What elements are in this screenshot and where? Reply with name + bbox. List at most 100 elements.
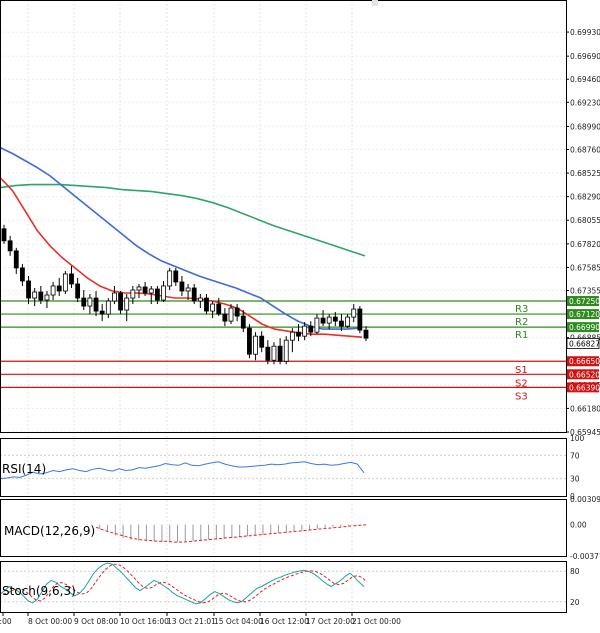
- candle-body-59: [363, 329, 369, 339]
- candle-body-54: [332, 316, 338, 322]
- candle-body-37: [228, 307, 234, 322]
- main-ytick-label-0: 0.69930: [570, 28, 600, 37]
- candle-body-56: [345, 316, 350, 327]
- stoch-panel: Stoch(9,6,3): [0, 562, 566, 605]
- candle-body-46: [283, 339, 289, 362]
- candle-body-44: [271, 345, 277, 361]
- main-ytick-label-10: 0.67585: [570, 263, 600, 272]
- candle-body-9: [56, 285, 62, 292]
- candle-body-34: [210, 303, 216, 312]
- forex-chart: R3 R2 R1 S1 S2 S3 RSI(14) MACD(12,26,9) Stoch…: [0, 0, 600, 629]
- xtick-label-0: 20:00: [0, 617, 12, 626]
- xtick-label-1: 8 Oct 00:00: [28, 617, 72, 626]
- main-ytick-label-4: 0.68990: [570, 122, 600, 131]
- level-price-label-r2: 0.67120: [569, 310, 600, 319]
- candle-body-24: [148, 288, 154, 294]
- candle-body-43: [265, 346, 271, 361]
- stoch-label: Stoch(9,6,3): [2, 584, 76, 598]
- candle-body-2: [13, 250, 19, 269]
- candle-body-5: [32, 291, 38, 299]
- candlesticks: [1, 224, 369, 365]
- xtick-label-7: 17 Oct 20:00: [306, 617, 355, 626]
- candle-body-50: [308, 325, 314, 333]
- candle-body-7: [44, 294, 50, 301]
- level-label-r1: R1: [515, 330, 528, 341]
- rsi-ytick-1: 70: [570, 451, 580, 460]
- current-price-label: 0.66827: [569, 339, 600, 348]
- main-ytick-label-11: 0.67355: [570, 286, 600, 295]
- candle-body-32: [197, 297, 203, 302]
- candle-body-48: [296, 331, 301, 337]
- main-ytick-label-8: 0.68055: [570, 216, 600, 225]
- candle-body-36: [222, 313, 228, 322]
- macd-ytick-1: 0.00: [570, 521, 587, 530]
- candle-body-16: [99, 310, 105, 315]
- candle-body-15: [93, 297, 99, 312]
- top-marker: [372, 0, 378, 6]
- macd-panel: MACD(12,26,9): [4, 524, 367, 543]
- candle-body-57: [351, 308, 357, 318]
- candle-body-45: [277, 345, 283, 362]
- xtick-label-3: 10 Oct 16:00: [120, 617, 169, 626]
- candle-body-31: [191, 287, 197, 302]
- panel-frame-0: [0, 0, 567, 433]
- candle-body-17: [105, 300, 111, 315]
- candle-body-23: [142, 286, 148, 294]
- level-price-label-s1: 0.66650: [569, 357, 600, 366]
- level-label-r2: R2: [515, 317, 528, 328]
- main-ytick-label-5: 0.68760: [570, 145, 600, 154]
- panel-frame-1: [0, 438, 567, 497]
- main-ytick-label-1: 0.69690: [570, 52, 600, 61]
- main-ytick-label-2: 0.69460: [570, 75, 600, 84]
- candle-body-51: [314, 317, 320, 333]
- candle-body-38: [234, 307, 240, 317]
- main-ytick-label-9: 0.67820: [570, 240, 600, 249]
- pivot-levels: R3R2R1S1S2S3: [0, 300, 566, 402]
- candle-body-20: [124, 297, 130, 311]
- candle-body-3: [20, 267, 25, 282]
- level-price-label-r1: 0.66990: [569, 323, 600, 332]
- candle-body-49: [302, 325, 308, 337]
- level-price-label-s3: 0.66390: [569, 383, 600, 392]
- candle-body-35: [216, 303, 222, 315]
- candle-body-13: [81, 297, 87, 307]
- candle-body-26: [161, 285, 166, 301]
- candle-body-19: [118, 292, 123, 311]
- level-price-label-r3: 0.67250: [569, 297, 600, 306]
- candle-body-47: [289, 331, 295, 341]
- candle-body-21: [130, 289, 136, 299]
- xtick-label-6: 16 Oct 12:00: [260, 617, 309, 626]
- candle-body-4: [26, 280, 31, 299]
- candle-body-55: [339, 320, 344, 327]
- candle-body-14: [87, 297, 93, 307]
- level-label-r3: R3: [515, 304, 528, 315]
- xtick-label-2: 9 Oct 08:00: [74, 617, 118, 626]
- ma-red-line: [0, 177, 363, 338]
- candle-body-22: [136, 286, 142, 291]
- main-ytick-label-7: 0.68290: [570, 193, 600, 202]
- level-price-label-s2: 0.66520: [569, 370, 600, 379]
- macd-ytick-2: -0.003776: [570, 552, 600, 561]
- xtick-label-4: 13 Oct 21:01: [167, 617, 216, 626]
- candle-body-53: [326, 316, 332, 324]
- main-ytick-label-3: 0.69230: [570, 98, 600, 107]
- candle-body-1: [7, 240, 13, 252]
- candle-body-42: [259, 335, 265, 348]
- level-label-s3: S3: [515, 391, 528, 402]
- candle-body-6: [38, 291, 44, 301]
- xtick-label-5: 15 Oct 04:00: [214, 617, 263, 626]
- moving-averages: [0, 146, 366, 338]
- macd-ytick-0: 0.003093: [570, 495, 600, 504]
- candle-body-33: [204, 297, 209, 312]
- rsi-label: RSI(14): [2, 462, 46, 476]
- xtick-label-8: 21 Oct 00:00: [352, 617, 401, 626]
- candle-body-12: [75, 283, 81, 299]
- macd-label: MACD(12,26,9): [4, 524, 95, 538]
- candle-body-8: [50, 285, 56, 296]
- candle-body-30: [185, 287, 191, 292]
- rsi-ytick-2: 30: [570, 475, 580, 484]
- main-ytick-label-16: 0.66180: [570, 404, 600, 413]
- candle-body-52: [320, 317, 326, 324]
- candle-body-18: [112, 292, 117, 302]
- candle-body-0: [1, 228, 7, 242]
